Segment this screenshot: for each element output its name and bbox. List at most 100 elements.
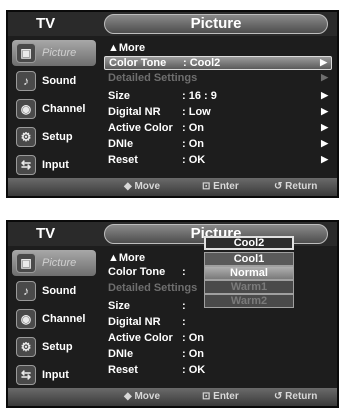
item-key: Active Color xyxy=(108,332,173,344)
sidebar-item-channel[interactable]: ◉ Channel xyxy=(12,96,96,122)
sidebar: ▣ Picture ♪ Sound ◉ Channel ⚙ Setup ⇆ In… xyxy=(8,246,100,390)
sidebar-item-label: Channel xyxy=(42,103,86,115)
item-key: Color Tone xyxy=(108,266,166,278)
menu-list: ▲More Color Tone : Cool2 ▶ Detailed Sett… xyxy=(104,40,334,184)
dropdown-option-cool1[interactable]: Cool1 xyxy=(204,252,294,266)
move-hint: ◆ Move xyxy=(124,391,161,402)
sound-icon: ♪ xyxy=(16,281,36,301)
menu-item-active-color[interactable]: Active Color : On xyxy=(104,332,332,346)
top-bar: TV Picture xyxy=(8,12,337,36)
dropdown-current-option[interactable]: Cool2 xyxy=(204,236,294,250)
sidebar-item-picture[interactable]: ▣ Picture xyxy=(12,250,96,276)
input-icon: ⇆ xyxy=(16,155,36,175)
sidebar-item-label: Input xyxy=(42,369,69,381)
more-item[interactable]: ▲More xyxy=(104,42,332,56)
item-value: : Low xyxy=(182,106,211,118)
setup-icon: ⚙ xyxy=(16,127,36,147)
menu-title: Picture xyxy=(104,14,328,34)
sidebar-item-sound[interactable]: ♪ Sound xyxy=(12,278,96,304)
sidebar-item-label: Input xyxy=(42,159,69,171)
sidebar-item-label: Sound xyxy=(42,75,77,87)
menu-item-digital-nr[interactable]: Digital NR : xyxy=(104,316,332,330)
menu-item-digital-nr[interactable]: Digital NR : Low ▶ xyxy=(104,106,332,120)
sidebar-item-label: Picture xyxy=(42,257,77,269)
tv-menu-screen-2: TV Picture ▣ Picture ♪ Sound ◉ Channel ⚙… xyxy=(6,220,339,408)
sidebar-item-setup[interactable]: ⚙ Setup xyxy=(12,334,96,360)
item-key: DNIe xyxy=(108,348,134,360)
item-key: Digital NR xyxy=(108,106,161,118)
return-hint: ↺ Return xyxy=(274,181,318,192)
item-value: : OK xyxy=(182,154,206,166)
item-key: Detailed Settings xyxy=(108,72,198,84)
sidebar-item-label: Setup xyxy=(42,341,73,353)
item-value: : On xyxy=(182,138,204,150)
sidebar-item-picture[interactable]: ▣ Picture xyxy=(12,40,96,66)
menu-item-reset[interactable]: Reset : OK ▶ xyxy=(104,154,332,168)
sidebar-item-label: Setup xyxy=(42,131,73,143)
menu-item-reset[interactable]: Reset : OK xyxy=(104,364,332,378)
menu-item-color-tone[interactable]: Color Tone : Cool2 ▶ xyxy=(104,56,332,70)
item-key: DNIe xyxy=(108,138,134,150)
item-value: : 16 : 9 xyxy=(182,90,217,102)
return-hint: ↺ Return xyxy=(274,391,318,402)
sound-icon: ♪ xyxy=(16,71,36,91)
channel-icon: ◉ xyxy=(16,309,36,329)
item-value: : On xyxy=(182,332,204,344)
dropdown-option-normal[interactable]: Normal xyxy=(204,266,294,280)
arrow-right-icon: ▶ xyxy=(321,72,328,82)
item-key: Size xyxy=(108,90,131,102)
sidebar-item-channel[interactable]: ◉ Channel xyxy=(12,306,96,332)
more-label: ▲More xyxy=(108,42,146,54)
arrow-right-icon: ▶ xyxy=(321,154,328,164)
item-key: Active Color xyxy=(108,122,173,134)
picture-icon: ▣ xyxy=(16,253,36,273)
item-value: : xyxy=(182,316,186,328)
enter-hint: ⊡ Enter xyxy=(202,181,239,192)
move-hint: ◆ Move xyxy=(124,181,161,192)
tv-menu-screen-1: TV Picture ▣ Picture ♪ Sound ◉ Channel ⚙… xyxy=(6,10,339,198)
dropdown-option-warm1[interactable]: Warm1 xyxy=(204,280,294,294)
item-key: Size xyxy=(108,300,131,312)
input-icon: ⇆ xyxy=(16,365,36,385)
sidebar-item-label: Picture xyxy=(42,47,77,59)
item-key: Reset xyxy=(108,154,138,166)
enter-hint: ⊡ Enter xyxy=(202,391,239,402)
sidebar-item-label: Sound xyxy=(42,285,77,297)
item-key: Color Tone xyxy=(109,57,167,69)
item-key: Detailed Settings xyxy=(108,282,198,294)
arrow-right-icon: ▶ xyxy=(320,57,327,67)
sidebar-item-sound[interactable]: ♪ Sound xyxy=(12,68,96,94)
more-label: ▲More xyxy=(108,252,146,264)
tv-label: TV xyxy=(36,15,56,32)
item-key: Reset xyxy=(108,364,138,376)
picture-icon: ▣ xyxy=(16,43,36,63)
channel-icon: ◉ xyxy=(16,99,36,119)
item-value: : xyxy=(182,300,186,312)
sidebar-item-input[interactable]: ⇆ Input xyxy=(12,152,96,178)
item-value: : Cool2 xyxy=(183,57,221,69)
arrow-right-icon: ▶ xyxy=(321,138,328,148)
setup-icon: ⚙ xyxy=(16,337,36,357)
sidebar-item-label: Channel xyxy=(42,313,86,325)
arrow-right-icon: ▶ xyxy=(321,122,328,132)
bottom-bar: ◆ Move ⊡ Enter ↺ Return xyxy=(8,388,337,406)
color-tone-dropdown[interactable]: Cool2 Cool1 Normal Warm1 Warm2 xyxy=(204,236,296,308)
arrow-right-icon: ▶ xyxy=(321,90,328,100)
tv-label: TV xyxy=(36,225,56,242)
sidebar-item-setup[interactable]: ⚙ Setup xyxy=(12,124,96,150)
item-value: : On xyxy=(182,348,204,360)
item-value: : On xyxy=(182,122,204,134)
bottom-bar: ◆ Move ⊡ Enter ↺ Return xyxy=(8,178,337,196)
menu-item-dnie[interactable]: DNIe : On xyxy=(104,348,332,362)
menu-item-dnie[interactable]: DNIe : On ▶ xyxy=(104,138,332,152)
sidebar: ▣ Picture ♪ Sound ◉ Channel ⚙ Setup ⇆ In… xyxy=(8,36,100,180)
menu-item-detailed-settings[interactable]: Detailed Settings ▶ xyxy=(104,72,332,86)
arrow-right-icon: ▶ xyxy=(321,106,328,116)
menu-item-size[interactable]: Size : 16 : 9 ▶ xyxy=(104,90,332,104)
menu-item-active-color[interactable]: Active Color : On ▶ xyxy=(104,122,332,136)
dropdown-option-warm2[interactable]: Warm2 xyxy=(204,294,294,308)
item-value: : OK xyxy=(182,364,206,376)
item-value: : xyxy=(182,266,186,278)
item-key: Digital NR xyxy=(108,316,161,328)
sidebar-item-input[interactable]: ⇆ Input xyxy=(12,362,96,388)
